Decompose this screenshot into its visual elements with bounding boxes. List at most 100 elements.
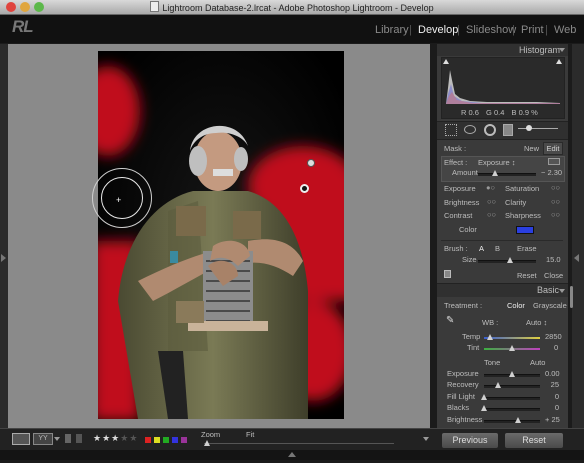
tone-row-slider[interactable] bbox=[484, 420, 540, 423]
active-adjustment-pin-icon[interactable] bbox=[300, 184, 309, 193]
tint-slider-knob[interactable] bbox=[509, 345, 515, 351]
color-label-yellow[interactable] bbox=[154, 437, 160, 443]
white-balance-eyedropper-icon[interactable]: ✎ bbox=[446, 315, 454, 326]
brush-erase-button[interactable]: Erase bbox=[517, 244, 537, 253]
color-label-purple[interactable] bbox=[181, 437, 187, 443]
mask-edit-button[interactable]: Edit bbox=[543, 142, 563, 155]
basic-collapse-icon[interactable] bbox=[559, 289, 565, 293]
filmstrip-collapse-strip[interactable] bbox=[0, 450, 584, 460]
reject-flag-icon[interactable] bbox=[76, 434, 82, 443]
right-panel-scroll-strip[interactable] bbox=[572, 44, 584, 428]
clarity-minus-plus-icon[interactable]: ○○ bbox=[551, 197, 560, 206]
star-icon[interactable]: ★ bbox=[120, 433, 129, 443]
saturation-minus-plus-icon[interactable]: ○○ bbox=[551, 183, 560, 192]
spot-removal-icon[interactable] bbox=[464, 125, 476, 134]
before-after-view-icon[interactable]: YY bbox=[33, 433, 53, 445]
panel-reset-button[interactable]: Reset bbox=[517, 271, 537, 280]
effect-toggle-switch[interactable] bbox=[548, 158, 560, 165]
toolbar-options-icon[interactable] bbox=[423, 437, 429, 441]
contrast-minus-plus-icon[interactable]: ○○ bbox=[487, 210, 496, 219]
tone-row-slider-knob[interactable] bbox=[481, 394, 487, 400]
module-separator: | bbox=[545, 24, 548, 36]
red-eye-icon[interactable] bbox=[484, 124, 496, 136]
tone-row-slider-knob[interactable] bbox=[495, 382, 501, 388]
tone-row-slider-knob[interactable] bbox=[509, 371, 515, 377]
wb-dropdown[interactable]: Auto ↕ bbox=[526, 318, 547, 327]
color-label-green[interactable] bbox=[163, 437, 169, 443]
panel-scrollbar-thumb[interactable] bbox=[570, 286, 573, 308]
amount-slider[interactable] bbox=[478, 173, 536, 176]
view-dropdown-icon[interactable] bbox=[54, 437, 60, 441]
treatment-color-button[interactable]: Color bbox=[507, 301, 525, 310]
left-panel-collapse-strip[interactable] bbox=[0, 44, 8, 428]
histogram-collapse-icon[interactable] bbox=[559, 48, 565, 52]
expand-filmstrip-icon[interactable] bbox=[288, 452, 296, 457]
reset-adobe-button[interactable]: Reset (Adobe) bbox=[504, 432, 564, 460]
histogram-header[interactable]: Histogram bbox=[519, 45, 560, 55]
basic-header[interactable]: Basic bbox=[537, 285, 559, 295]
graduated-filter-icon[interactable] bbox=[503, 124, 513, 136]
tone-row-slider-knob[interactable] bbox=[515, 417, 521, 423]
sharpness-minus-plus-icon[interactable]: ○○ bbox=[551, 210, 560, 219]
tone-row-slider-knob[interactable] bbox=[481, 405, 487, 411]
loupe-view-icon[interactable] bbox=[12, 433, 30, 445]
star-icon[interactable]: ★ bbox=[102, 433, 111, 443]
crop-overlay-icon[interactable] bbox=[445, 124, 457, 136]
flag-icon[interactable] bbox=[65, 434, 71, 443]
effect-saturation[interactable]: Saturation bbox=[505, 184, 539, 193]
amount-value[interactable]: − 2.30 bbox=[541, 168, 562, 177]
tone-row-value[interactable]: 0.00 bbox=[545, 369, 560, 378]
effect-sharpness[interactable]: Sharpness bbox=[505, 211, 541, 220]
highlight-clipping-icon[interactable] bbox=[556, 59, 562, 64]
star-icon[interactable]: ★ bbox=[93, 433, 102, 443]
adjustment-pin-icon[interactable] bbox=[307, 159, 315, 167]
zoom-slider-knob[interactable] bbox=[204, 440, 210, 446]
effect-exposure[interactable]: Exposure bbox=[444, 184, 476, 193]
color-label-red[interactable] bbox=[145, 437, 151, 443]
effect-dropdown[interactable]: Exposure ↕ bbox=[478, 158, 516, 167]
module-develop[interactable]: Develop bbox=[418, 24, 458, 36]
tone-row-slider[interactable] bbox=[484, 408, 540, 411]
collapse-right-icon[interactable] bbox=[574, 254, 579, 262]
tone-row-value[interactable]: 25 bbox=[545, 380, 559, 389]
tone-row-value[interactable]: + 25 bbox=[545, 415, 560, 424]
brush-size-value[interactable]: 15.0 bbox=[546, 255, 561, 264]
module-slideshow[interactable]: Slideshow bbox=[466, 24, 516, 36]
temp-slider-knob[interactable] bbox=[487, 334, 493, 340]
shadow-clipping-icon[interactable] bbox=[443, 59, 449, 64]
star-rating[interactable]: ★★★★★ bbox=[93, 433, 138, 444]
exposure-minus-plus-icon[interactable]: ●○ bbox=[486, 183, 495, 192]
photo-preview[interactable] bbox=[98, 51, 344, 419]
star-icon[interactable]: ★ bbox=[129, 433, 138, 443]
tone-auto-button[interactable]: Auto bbox=[530, 358, 545, 367]
expand-left-icon[interactable] bbox=[1, 254, 6, 262]
treatment-grayscale-button[interactable]: Grayscale bbox=[533, 301, 567, 310]
tone-row-slider[interactable] bbox=[484, 397, 540, 400]
brush-a-button[interactable]: A bbox=[479, 244, 484, 253]
star-icon[interactable]: ★ bbox=[111, 433, 120, 443]
mask-new-button[interactable]: New bbox=[524, 144, 539, 153]
tone-row-slider[interactable] bbox=[484, 385, 540, 388]
module-print[interactable]: Print bbox=[521, 24, 544, 36]
tint-value[interactable]: 0 bbox=[554, 343, 558, 352]
effect-contrast[interactable]: Contrast bbox=[444, 211, 472, 220]
brush-b-button[interactable]: B bbox=[495, 244, 500, 253]
zoom-slider[interactable] bbox=[204, 443, 394, 444]
effect-brightness[interactable]: Brightness bbox=[444, 198, 479, 207]
module-library[interactable]: Library bbox=[375, 24, 409, 36]
module-web[interactable]: Web bbox=[554, 24, 576, 36]
color-label-blue[interactable] bbox=[172, 437, 178, 443]
brush-size-slider-knob[interactable] bbox=[507, 257, 513, 263]
amount-slider-knob[interactable] bbox=[492, 170, 498, 176]
adjustment-brush-icon[interactable] bbox=[518, 128, 558, 129]
tone-row-value[interactable]: 0 bbox=[545, 403, 559, 412]
temp-value[interactable]: 2850 bbox=[545, 332, 562, 341]
tone-row-value[interactable]: 0 bbox=[545, 392, 559, 401]
previous-button[interactable]: Previous bbox=[441, 432, 499, 449]
toggle-panel-icon[interactable] bbox=[444, 270, 451, 278]
color-swatch[interactable] bbox=[516, 226, 534, 234]
effect-clarity[interactable]: Clarity bbox=[505, 198, 526, 207]
brightness-minus-plus-icon[interactable]: ○○ bbox=[487, 197, 496, 206]
panel-close-button[interactable]: Close bbox=[544, 271, 563, 280]
adjustment-brush-handle-icon[interactable] bbox=[526, 125, 532, 131]
